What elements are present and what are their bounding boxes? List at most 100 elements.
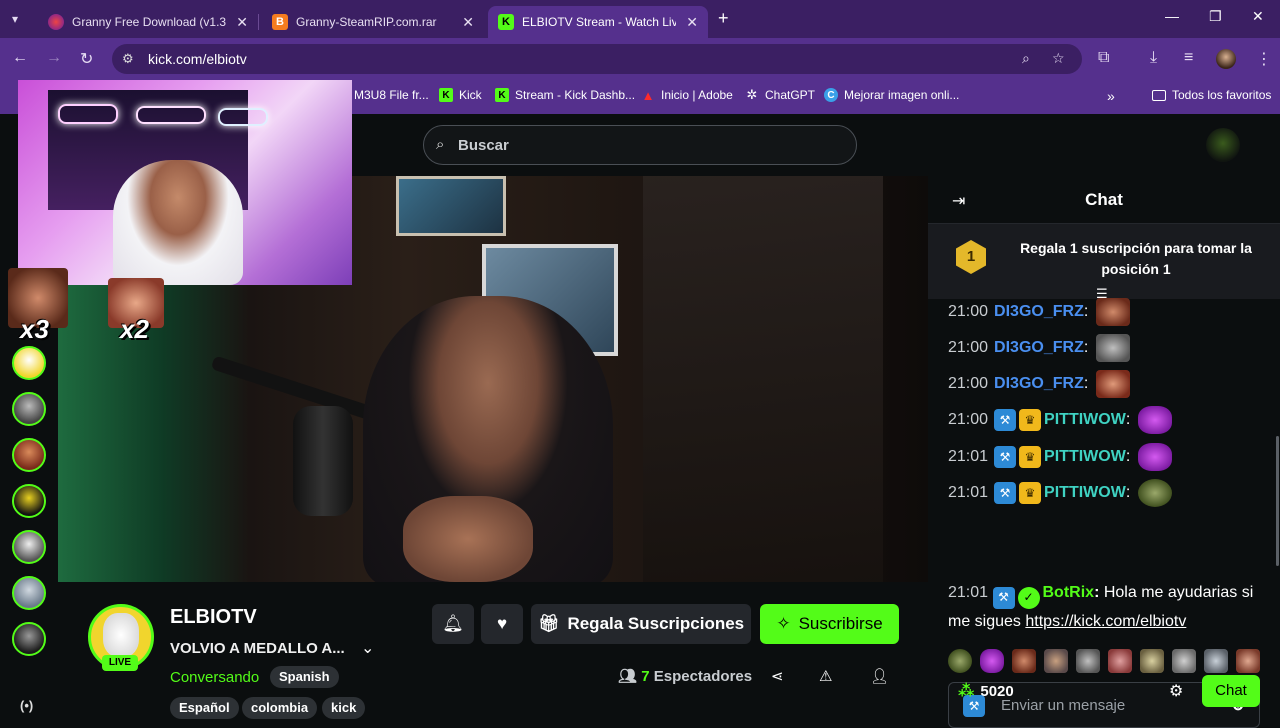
gift-subs-button[interactable]: 🎁︎ Regala Suscripciones xyxy=(531,604,751,644)
pinned-gift-banner[interactable]: 1 Regala 1 suscripción para tomar la pos… xyxy=(928,224,1280,301)
close-tab-icon[interactable]: ✕ xyxy=(462,14,474,31)
close-window-icon[interactable]: ✕ xyxy=(1252,8,1264,25)
site-info-icon[interactable]: ⚙ xyxy=(122,51,134,67)
bookmark-kick[interactable]: K Kick xyxy=(439,88,482,102)
message-user[interactable]: DI3GO_FRZ xyxy=(994,375,1084,393)
url-text[interactable]: kick.com/elbiotv xyxy=(148,51,247,67)
message-time: 21:00 xyxy=(948,411,989,428)
emote-icon[interactable] xyxy=(1172,649,1196,673)
chat-message[interactable]: 21:01 ⚒ ♛ PITTIWOW: xyxy=(948,478,1173,508)
emote-icon[interactable] xyxy=(948,649,972,673)
back-icon[interactable]: ← xyxy=(12,49,28,67)
send-chat-button[interactable]: Chat xyxy=(1202,675,1260,707)
user-profile-icon[interactable]: 👤︎ xyxy=(870,667,889,685)
chat-message[interactable]: 21:00 DI3GO_FRZ: xyxy=(948,369,1131,399)
close-tab-icon[interactable]: ✕ xyxy=(686,14,698,31)
message-user[interactable]: DI3GO_FRZ xyxy=(994,339,1084,357)
download-icon[interactable]: ⤓ xyxy=(1150,49,1157,67)
pinned-text: Regala 1 suscripción para tomar la posic… xyxy=(1020,240,1252,277)
follow-button[interactable]: ♥ xyxy=(481,604,523,644)
message-user[interactable]: DI3GO_FRZ xyxy=(994,303,1084,321)
moderator-badge-icon: ⚒ xyxy=(994,482,1017,504)
minimize-icon[interactable]: — xyxy=(1165,8,1179,24)
subscribe-button[interactable]: ✧ Suscribirse xyxy=(760,604,899,644)
bookmark-label: ChatGPT xyxy=(765,88,816,102)
search-input[interactable]: ⌕ Buscar xyxy=(423,125,857,165)
chat-message[interactable]: 21:01 ⚒ ♛ PITTIWOW: xyxy=(948,442,1173,472)
message-time: 21:00 xyxy=(948,339,989,356)
chat-message[interactable]: 21:00 DI3GO_FRZ: xyxy=(948,333,1131,363)
chat-message[interactable]: 21:00 DI3GO_FRZ: xyxy=(948,297,1131,327)
message-user[interactable]: BotRix xyxy=(1043,584,1095,601)
channel-points[interactable]: ⁂ 5020 xyxy=(958,681,1014,701)
more-bookmarks-icon[interactable]: » xyxy=(1107,88,1115,104)
sidebar-channel-avatar[interactable] xyxy=(12,576,46,610)
webcam-overlay xyxy=(18,80,352,285)
forward-icon[interactable]: → xyxy=(46,49,62,67)
chat-message[interactable]: 21:00 ⚒ ♛ PITTIWOW: xyxy=(948,405,1173,435)
purple-hands-emote-icon xyxy=(1138,406,1173,434)
tag-colombia[interactable]: colombia xyxy=(242,697,318,719)
chevron-down-icon[interactable]: ⌄ xyxy=(361,638,374,658)
bot-chat-message[interactable]: 21:01 ⚒ ✓ BotRix: Hola me ayudarias si me … xyxy=(948,580,1258,634)
address-bar[interactable]: ⚙ kick.com/elbiotv ⌕ ☆ xyxy=(112,44,1082,74)
extensions-icon[interactable]: ⧉ xyxy=(1098,49,1109,67)
stream-category[interactable]: Conversando xyxy=(170,669,259,686)
subscribe-label: Suscribirse xyxy=(798,614,883,633)
sidebar-channel-avatar[interactable] xyxy=(12,392,46,426)
user-avatar[interactable] xyxy=(1206,128,1240,162)
emote-icon[interactable] xyxy=(1076,649,1100,673)
message-user[interactable]: PITTIWOW xyxy=(1044,448,1126,466)
bookmark-chatgpt[interactable]: ✲ ChatGPT xyxy=(745,87,816,102)
bell-icon: 🔔︎ xyxy=(442,614,464,633)
menu-kebab-icon[interactable]: ⋮ xyxy=(1256,49,1272,69)
bookmark-adobe[interactable]: ▲ Inicio | Adobe xyxy=(641,88,733,103)
emote-icon[interactable] xyxy=(1140,649,1164,673)
reload-icon[interactable]: ↻ xyxy=(80,49,93,69)
tab-granny-steamrip[interactable]: B Granny-SteamRIP.com.rar ✕ xyxy=(262,6,484,38)
kick-icon: K xyxy=(495,88,509,102)
message-user[interactable]: PITTIWOW xyxy=(1044,484,1126,502)
media-control-icon[interactable]: ≡ xyxy=(1184,49,1193,67)
streamer-name[interactable]: ELBIOTV xyxy=(170,606,257,629)
tab-elbiotv-stream[interactable]: K ELBIOTV Stream - Watch Live on ✕ xyxy=(488,6,708,38)
emote-icon[interactable] xyxy=(1012,649,1036,673)
all-bookmarks[interactable]: Todos los favoritos xyxy=(1152,88,1271,102)
bookmark-star-icon[interactable]: ☆ xyxy=(1052,50,1065,67)
bookmark-m3u8[interactable]: M3U8 File fr... xyxy=(354,88,429,102)
tag-kick[interactable]: kick xyxy=(322,697,366,719)
emote-icon[interactable] xyxy=(1204,649,1228,673)
maximize-icon[interactable]: ❐ xyxy=(1209,8,1222,25)
moderator-badge-icon: ⚒ xyxy=(994,446,1017,468)
close-tab-icon[interactable]: ✕ xyxy=(236,14,248,31)
tag-espanol[interactable]: Español xyxy=(170,697,239,719)
sidebar-channel-avatar[interactable] xyxy=(12,346,46,380)
language-tag[interactable]: Spanish xyxy=(270,666,339,688)
profile-avatar[interactable] xyxy=(1216,49,1236,69)
emote-icon[interactable] xyxy=(980,649,1004,673)
chat-scrollbar[interactable] xyxy=(1276,436,1279,566)
zoom-icon[interactable]: ⌕ xyxy=(1022,50,1030,67)
search-placeholder: Buscar xyxy=(458,137,509,154)
new-tab-icon[interactable]: + xyxy=(718,8,729,29)
share-icon[interactable]: ⋖ xyxy=(771,667,784,685)
bookmark-kick-dashboard[interactable]: K Stream - Kick Dashb... xyxy=(495,88,635,102)
message-link[interactable]: https://kick.com/elbiotv xyxy=(1025,613,1186,630)
emote-icon[interactable] xyxy=(1044,649,1068,673)
bookmark-enhance-image[interactable]: C Mejorar imagen onli... xyxy=(824,88,959,102)
sidebar-channel-avatar[interactable] xyxy=(12,438,46,472)
neon-sign xyxy=(218,108,268,126)
blogger-favicon-icon: B xyxy=(272,14,288,30)
emote-icon[interactable] xyxy=(1108,649,1132,673)
message-user[interactable]: PITTIWOW xyxy=(1044,411,1126,429)
chat-settings-gear-icon[interactable]: ⚙ xyxy=(1169,681,1183,701)
tab-search-icon[interactable]: ▾ xyxy=(12,12,18,26)
expand-sidebar-icon[interactable]: (•) xyxy=(20,698,33,713)
sidebar-channel-avatar[interactable] xyxy=(12,622,46,656)
emote-icon[interactable] xyxy=(1236,649,1260,673)
report-icon[interactable]: ⚠ xyxy=(819,667,832,685)
notifications-button[interactable]: 🔔︎ xyxy=(432,604,474,644)
tab-granny-download[interactable]: Granny Free Download (v1.3.1) ✕ xyxy=(38,6,258,38)
sidebar-channel-avatar[interactable] xyxy=(12,484,46,518)
sidebar-channel-avatar[interactable] xyxy=(12,530,46,564)
